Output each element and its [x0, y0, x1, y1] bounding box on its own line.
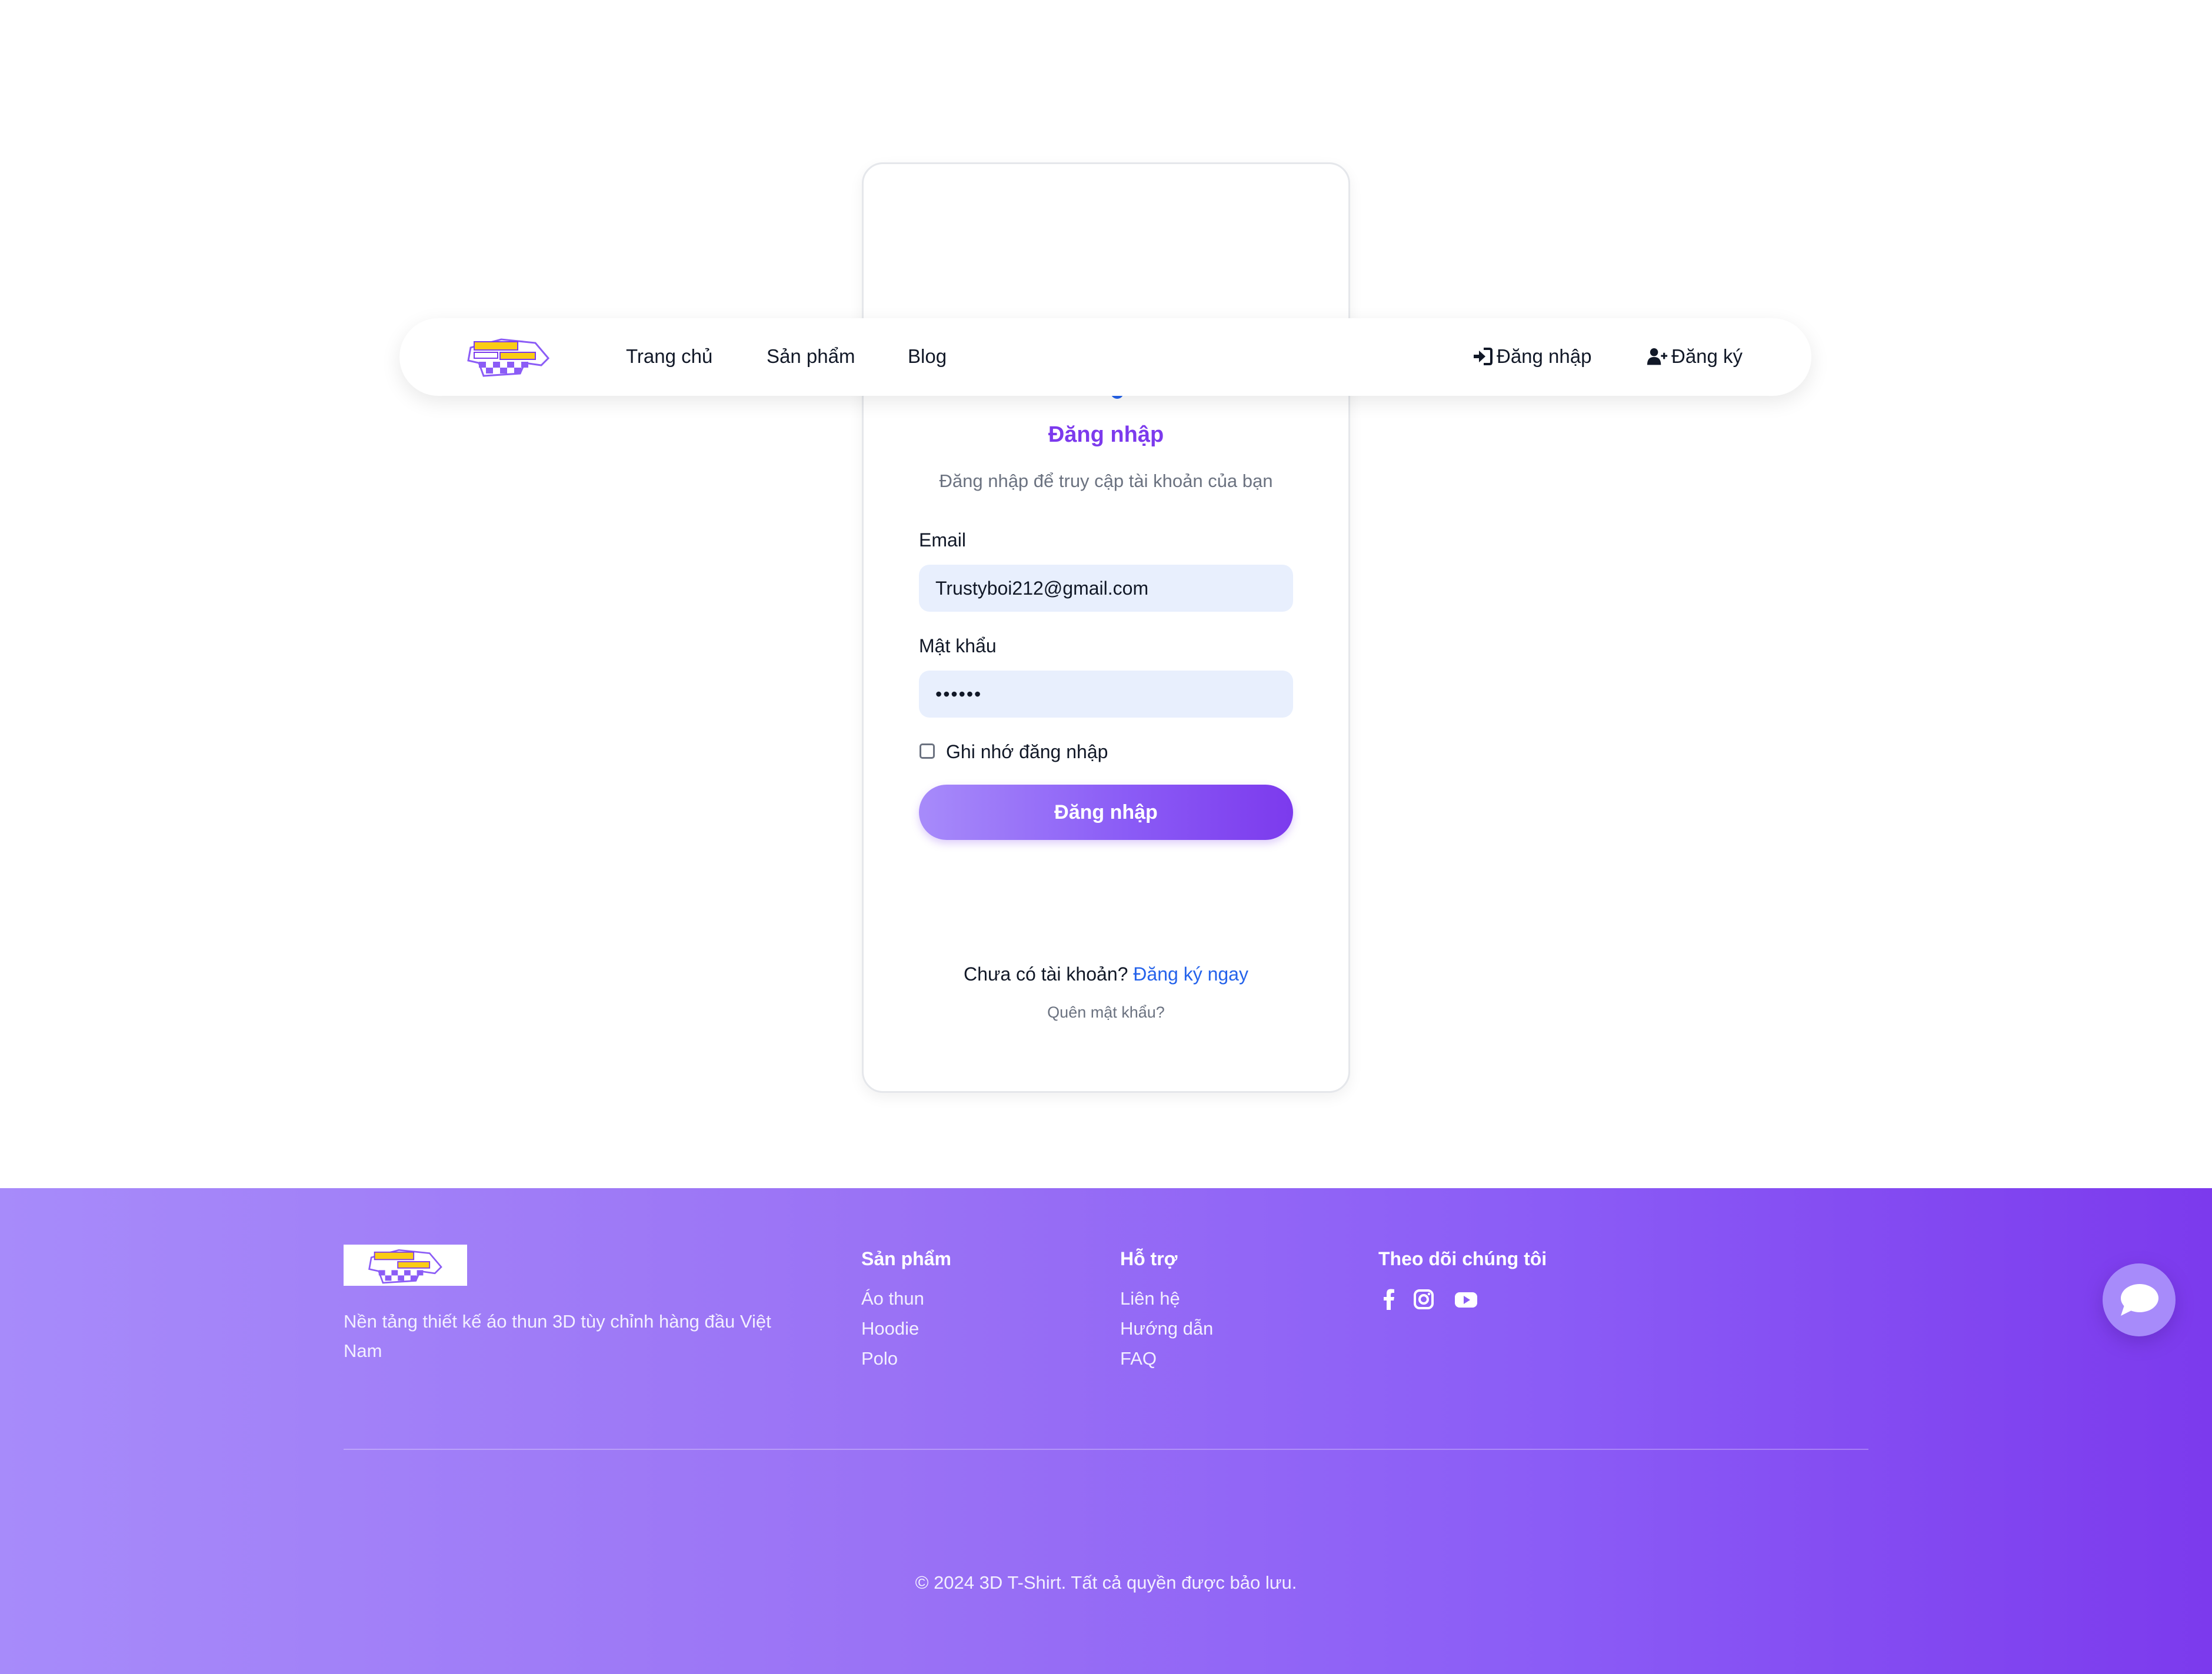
login-card: [862, 162, 1350, 1093]
footer-divider: [344, 1449, 1868, 1450]
nav-login-button[interactable]: Đăng nhập: [1472, 345, 1591, 368]
login-title: Đăng nhập: [1048, 422, 1164, 447]
chat-button[interactable]: [2103, 1263, 2176, 1336]
remember-checkbox[interactable]: [920, 743, 935, 759]
nav-home-link[interactable]: Trang chủ: [626, 345, 712, 368]
user-plus-icon: [1647, 348, 1668, 365]
password-field[interactable]: [919, 671, 1293, 718]
footer-description: Nền tảng thiết kế áo thun 3D tùy chỉnh h…: [344, 1311, 771, 1361]
footer-link-polo[interactable]: Polo: [861, 1348, 898, 1369]
footer-heading-products: Sản phẩm: [861, 1248, 951, 1269]
email-field[interactable]: [919, 565, 1293, 612]
footer-link-contact[interactable]: Liên hệ: [1120, 1288, 1180, 1309]
signup-prompt: Chưa có tài khoản? Đăng ký ngay: [862, 963, 1350, 985]
login-subtitle: Đăng nhập để truy cập tài khoản của bạn: [939, 471, 1273, 491]
footer: [0, 1188, 2212, 1674]
register-now-link[interactable]: Đăng ký ngay: [1133, 963, 1248, 985]
forgot-password-link[interactable]: Quên mật khẩu?: [862, 1003, 1350, 1022]
email-label: Email: [919, 529, 967, 551]
no-account-text: Chưa có tài khoản?: [964, 963, 1128, 985]
footer-link-tshirt[interactable]: Áo thun: [861, 1288, 924, 1309]
nav-login-label: Đăng nhập: [1497, 345, 1592, 367]
checkered-tshirt-logo-icon: [368, 1249, 442, 1284]
nav-products-link[interactable]: Sản phẩm: [767, 345, 855, 368]
brand-logo[interactable]: [466, 335, 550, 384]
checkered-tshirt-logo-icon: [467, 338, 550, 377]
login-submit-button[interactable]: Đăng nhập: [919, 785, 1293, 840]
youtube-icon[interactable]: [1453, 1288, 1479, 1310]
password-label: Mật khẩu: [919, 635, 997, 656]
instagram-icon[interactable]: [1412, 1288, 1435, 1310]
nav-register-label: Đăng ký: [1671, 345, 1743, 367]
footer-link-hoodie[interactable]: Hoodie: [861, 1318, 919, 1339]
footer-heading-support: Hỗ trợ: [1120, 1248, 1178, 1269]
chat-bubble-icon: [2121, 1284, 2158, 1316]
copyright-text: © 2024 3D T-Shirt. Tất cả quyền được bảo…: [915, 1572, 1297, 1593]
facebook-icon[interactable]: [1378, 1288, 1401, 1310]
footer-heading-follow: Theo dõi chúng tôi: [1378, 1248, 1547, 1269]
nav-register-button[interactable]: Đăng ký: [1647, 345, 1743, 368]
remember-label[interactable]: Ghi nhớ đăng nhập: [946, 741, 1108, 763]
footer-logo[interactable]: [344, 1245, 467, 1286]
footer-link-faq[interactable]: FAQ: [1120, 1348, 1157, 1369]
navbar: [399, 318, 1811, 396]
nav-blog-link[interactable]: Blog: [908, 345, 947, 368]
footer-link-guide[interactable]: Hướng dẫn: [1120, 1318, 1213, 1339]
sign-in-icon: [1474, 348, 1493, 365]
